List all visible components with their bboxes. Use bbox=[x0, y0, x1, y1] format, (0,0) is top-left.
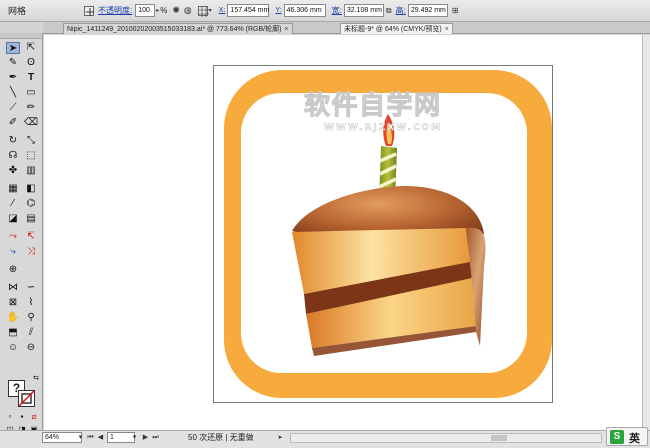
opacity-label[interactable]: 不透明度: bbox=[98, 5, 132, 16]
direct-selection-tool-icon[interactable]: ⇱ bbox=[24, 42, 38, 54]
transform-icon[interactable]: ⊞ bbox=[452, 6, 459, 15]
panel-grip[interactable] bbox=[0, 33, 42, 39]
knife-tool-icon[interactable]: ⌇ bbox=[24, 297, 38, 309]
graph-tool-icon[interactable]: ▤ bbox=[24, 213, 38, 225]
shape-builder-tool-icon[interactable]: ⤳ bbox=[6, 231, 20, 243]
last-page-icon[interactable]: ⏭ bbox=[151, 432, 160, 443]
warp-tool-icon[interactable]: ☊ bbox=[6, 150, 20, 162]
tab-untitled-9[interactable]: 未标题-9* @ 64% (CMYK/预览) × bbox=[340, 23, 453, 34]
zoom-dropdown-icon[interactable]: ▾ bbox=[76, 432, 85, 443]
align-dropdown-icon[interactable]: ▾ bbox=[209, 7, 212, 14]
height-input[interactable]: 29.492 mm bbox=[407, 4, 448, 17]
blend-tool-icon[interactable]: ⌬ bbox=[24, 198, 38, 210]
ime-indicator[interactable]: S 英 bbox=[606, 427, 648, 446]
rotate-view-icon[interactable]: ☺ bbox=[6, 342, 20, 354]
crosshair-tool-icon[interactable]: ⊕ bbox=[6, 264, 20, 276]
reference-point-icon[interactable] bbox=[84, 5, 94, 16]
align-grid-icon[interactable] bbox=[197, 5, 209, 17]
page-dropdown-icon[interactable]: ▾ bbox=[130, 432, 139, 443]
width-input[interactable]: 32.108 mm bbox=[343, 4, 384, 17]
pencil-tool-icon[interactable]: ✏ bbox=[24, 102, 38, 114]
watermark-url: WWW.RJZXW.COM bbox=[324, 123, 442, 133]
opacity-input[interactable]: 100 bbox=[135, 4, 156, 17]
zoom-view-icon[interactable]: ⊖ bbox=[24, 342, 38, 354]
zoom-tool-icon[interactable]: ⚲ bbox=[24, 312, 38, 324]
mesh-tool-icon[interactable]: ▦ bbox=[6, 183, 20, 195]
measure-tool-icon[interactable]: ⫽ bbox=[24, 327, 38, 339]
sogou-logo-icon: S bbox=[610, 430, 624, 444]
ime-language: 英 bbox=[629, 433, 640, 445]
y-input[interactable]: 46.306 mm bbox=[283, 4, 326, 17]
horizontal-scrollbar[interactable] bbox=[290, 433, 602, 443]
swap-fill-stroke-icon[interactable]: ⇆ bbox=[29, 373, 43, 385]
hand-tool-icon[interactable]: ✋ bbox=[6, 312, 20, 324]
status-message: 50 次还原 | 无重做 bbox=[188, 433, 254, 442]
control-bar: 网格 不透明度: 100 ▸ % ✺ ◍ ▾ X: 157.454 mm Y: … bbox=[0, 0, 650, 22]
next-page-icon[interactable]: ▶ bbox=[141, 432, 150, 443]
percent-sign: % bbox=[160, 6, 168, 15]
live-paint-bucket-tool-icon[interactable]: ◪ bbox=[6, 213, 20, 225]
lasso-tool-icon[interactable]: ʘ bbox=[24, 57, 38, 69]
document-tabs: Nipic_1411249_20100202003515033183.ai* @… bbox=[43, 22, 650, 34]
type-tool-icon[interactable]: T bbox=[24, 72, 38, 84]
artboard-tool-icon[interactable]: ⊠ bbox=[6, 297, 20, 309]
tab-nipic-document[interactable]: Nipic_1411249_20100202003515033183.ai* @… bbox=[63, 23, 293, 34]
scale-tool-icon[interactable]: ⤡ bbox=[24, 135, 38, 147]
globe-icon[interactable]: ◍ bbox=[184, 5, 192, 16]
tab-label: Nipic_1411249_20100202003515033183.ai* @… bbox=[67, 26, 282, 33]
recolor-icon[interactable]: ✺ bbox=[172, 5, 180, 16]
width-label[interactable]: 宽: bbox=[332, 5, 342, 16]
x-input[interactable]: 157.454 mm bbox=[227, 4, 270, 17]
width-tool-icon[interactable]: ⤷ bbox=[6, 246, 20, 258]
constrain-proportions-icon[interactable]: ⧉ bbox=[386, 6, 392, 16]
gradient-tool-icon[interactable]: ◧ bbox=[24, 183, 38, 195]
mode-label: 网格 bbox=[8, 6, 27, 16]
pen-tool-icon[interactable]: ✒ bbox=[6, 72, 20, 84]
eraser-tool-icon[interactable]: ⌫ bbox=[24, 117, 38, 129]
first-page-icon[interactable]: ⏮ bbox=[86, 432, 95, 443]
rectangle-tool-icon[interactable]: ▭ bbox=[24, 87, 38, 99]
tab-label: 未标题-9* @ 64% (CMYK/预览) bbox=[344, 26, 442, 33]
free-transform-tool-icon[interactable]: ⬚ bbox=[24, 150, 38, 162]
previous-page-icon[interactable]: ◀ bbox=[96, 432, 105, 443]
print-tiling-tool-icon[interactable]: ⬒ bbox=[6, 327, 20, 339]
y-label[interactable]: Y: bbox=[275, 7, 281, 14]
close-icon[interactable]: × bbox=[284, 26, 288, 33]
perspective-grid-tool-icon[interactable]: ↸ bbox=[24, 231, 38, 243]
selection-tool-icon[interactable]: ➤ bbox=[6, 42, 20, 54]
scissors-tool-icon[interactable]: ∽ bbox=[24, 282, 38, 294]
watermark-title: 软件自学网 bbox=[304, 90, 444, 121]
opacity-dropdown-icon[interactable]: ▸ bbox=[156, 7, 159, 14]
illustrator-window: 网格 不透明度: 100 ▸ % ✺ ◍ ▾ X: 157.454 mm Y: … bbox=[0, 0, 650, 448]
x-label[interactable]: X: bbox=[219, 7, 226, 14]
line-tool-icon[interactable]: ╲ bbox=[6, 87, 20, 99]
scroll-thumb[interactable] bbox=[491, 435, 507, 441]
tools-panel: ➤ ⇱ ✎ ʘ ✒ T ╲ ▭ ⟋ ✏ ✐ ⌫ ↻ ⤡ ☊ ⬚ ✤ ▥ ▦ ◧ … bbox=[0, 33, 43, 434]
status-menu-icon[interactable]: ▸ bbox=[276, 432, 285, 443]
height-label[interactable]: 高: bbox=[396, 5, 406, 16]
stroke-swatch[interactable] bbox=[18, 390, 35, 407]
rotate-tool-icon[interactable]: ↻ bbox=[6, 135, 20, 147]
slice-tool-icon[interactable]: ⋈ bbox=[6, 282, 20, 294]
blob-brush-tool-icon[interactable]: ✐ bbox=[6, 117, 20, 129]
none-mode-icon[interactable]: ⧄ bbox=[27, 411, 41, 423]
magic-wand-tool-icon[interactable]: ✎ bbox=[6, 57, 20, 69]
reshape-tool-icon[interactable]: ⤨ bbox=[24, 246, 38, 258]
column-graph-tool-icon[interactable]: ▥ bbox=[24, 165, 38, 177]
symbol-sprayer-tool-icon[interactable]: ✤ bbox=[6, 165, 20, 177]
vertical-scrollbar[interactable] bbox=[642, 35, 650, 430]
artboard[interactable]: 软件自学网 WWW.RJZXW.COM bbox=[213, 65, 553, 403]
eyedropper-tool-icon[interactable]: ⁄ bbox=[6, 198, 20, 210]
cake-icon-artwork: 软件自学网 WWW.RJZXW.COM bbox=[224, 70, 552, 398]
close-icon[interactable]: × bbox=[445, 26, 449, 33]
paintbrush-tool-icon[interactable]: ⟋ bbox=[6, 102, 20, 114]
